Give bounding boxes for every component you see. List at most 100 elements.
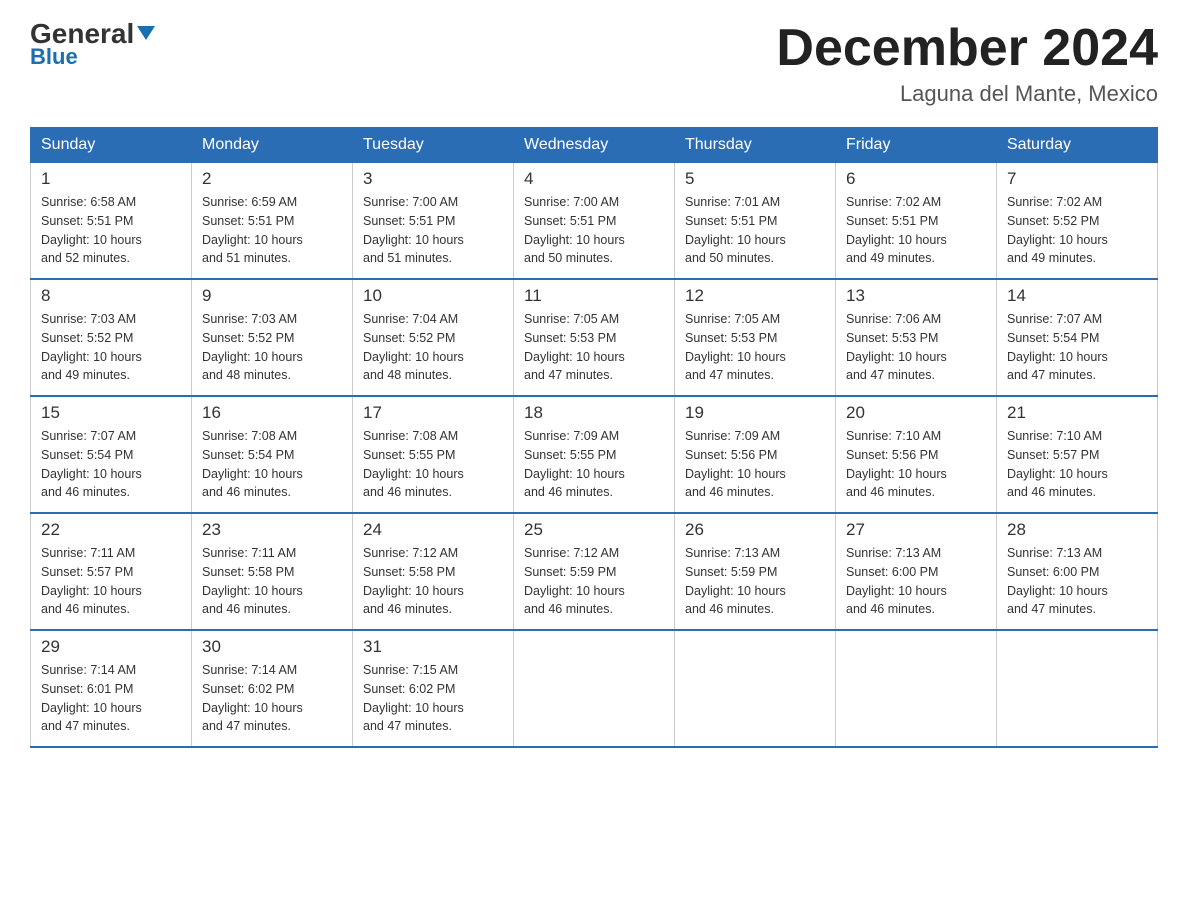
table-row: 20 Sunrise: 7:10 AM Sunset: 5:56 PM Dayli… [836,396,997,513]
day-number: 25 [524,520,664,540]
calendar-week-row: 22 Sunrise: 7:11 AM Sunset: 5:57 PM Dayli… [31,513,1158,630]
day-info: Sunrise: 7:13 AM Sunset: 6:00 PM Dayligh… [846,544,986,619]
day-number: 27 [846,520,986,540]
table-row: 11 Sunrise: 7:05 AM Sunset: 5:53 PM Dayli… [514,279,675,396]
table-row: 27 Sunrise: 7:13 AM Sunset: 6:00 PM Dayli… [836,513,997,630]
calendar-header-row: Sunday Monday Tuesday Wednesday Thursday… [31,128,1158,163]
day-info: Sunrise: 6:59 AM Sunset: 5:51 PM Dayligh… [202,193,342,268]
day-info: Sunrise: 7:00 AM Sunset: 5:51 PM Dayligh… [524,193,664,268]
header-tuesday: Tuesday [353,128,514,163]
header-friday: Friday [836,128,997,163]
day-info: Sunrise: 7:00 AM Sunset: 5:51 PM Dayligh… [363,193,503,268]
day-info: Sunrise: 7:05 AM Sunset: 5:53 PM Dayligh… [685,310,825,385]
day-info: Sunrise: 7:02 AM Sunset: 5:52 PM Dayligh… [1007,193,1147,268]
day-info: Sunrise: 7:12 AM Sunset: 5:58 PM Dayligh… [363,544,503,619]
day-number: 14 [1007,286,1147,306]
table-row: 13 Sunrise: 7:06 AM Sunset: 5:53 PM Dayli… [836,279,997,396]
location: Laguna del Mante, Mexico [776,81,1158,107]
day-number: 1 [41,169,181,189]
table-row: 24 Sunrise: 7:12 AM Sunset: 5:58 PM Dayli… [353,513,514,630]
day-info: Sunrise: 7:11 AM Sunset: 5:57 PM Dayligh… [41,544,181,619]
day-info: Sunrise: 7:07 AM Sunset: 5:54 PM Dayligh… [1007,310,1147,385]
day-number: 22 [41,520,181,540]
table-row: 6Sunrise: 7:02 AM Sunset: 5:51 PM Daylig… [836,163,997,280]
table-row: 12 Sunrise: 7:05 AM Sunset: 5:53 PM Dayli… [675,279,836,396]
header-thursday: Thursday [675,128,836,163]
day-number: 3 [363,169,503,189]
table-row [836,630,997,747]
table-row: 5 Sunrise: 7:01 AM Sunset: 5:51 PM Daylig… [675,163,836,280]
table-row: 8Sunrise: 7:03 AM Sunset: 5:52 PM Daylig… [31,279,192,396]
table-row: 30Sunrise: 7:14 AM Sunset: 6:02 PM Dayli… [192,630,353,747]
table-row: 26 Sunrise: 7:13 AM Sunset: 5:59 PM Dayli… [675,513,836,630]
table-row: 15 Sunrise: 7:07 AM Sunset: 5:54 PM Dayli… [31,396,192,513]
table-row: 14 Sunrise: 7:07 AM Sunset: 5:54 PM Dayli… [997,279,1158,396]
header-sunday: Sunday [31,128,192,163]
day-number: 28 [1007,520,1147,540]
day-number: 23 [202,520,342,540]
day-number: 26 [685,520,825,540]
day-number: 2 [202,169,342,189]
table-row: 29 Sunrise: 7:14 AM Sunset: 6:01 PM Dayli… [31,630,192,747]
day-number: 6 [846,169,986,189]
day-info: Sunrise: 7:09 AM Sunset: 5:55 PM Dayligh… [524,427,664,502]
table-row: 21 Sunrise: 7:10 AM Sunset: 5:57 PM Dayli… [997,396,1158,513]
title-block: December 2024 Laguna del Mante, Mexico [776,20,1158,107]
table-row: 7 Sunrise: 7:02 AM Sunset: 5:52 PM Daylig… [997,163,1158,280]
day-info: Sunrise: 7:07 AM Sunset: 5:54 PM Dayligh… [41,427,181,502]
day-number: 24 [363,520,503,540]
table-row: 25 Sunrise: 7:12 AM Sunset: 5:59 PM Dayli… [514,513,675,630]
day-info: Sunrise: 7:14 AM Sunset: 6:01 PM Dayligh… [41,661,181,736]
table-row: 28Sunrise: 7:13 AM Sunset: 6:00 PM Dayli… [997,513,1158,630]
day-info: Sunrise: 7:10 AM Sunset: 5:56 PM Dayligh… [846,427,986,502]
day-number: 7 [1007,169,1147,189]
day-info: Sunrise: 7:06 AM Sunset: 5:53 PM Dayligh… [846,310,986,385]
table-row: 9 Sunrise: 7:03 AM Sunset: 5:52 PM Daylig… [192,279,353,396]
day-number: 12 [685,286,825,306]
header-saturday: Saturday [997,128,1158,163]
day-info: Sunrise: 6:58 AM Sunset: 5:51 PM Dayligh… [41,193,181,268]
day-info: Sunrise: 7:15 AM Sunset: 6:02 PM Dayligh… [363,661,503,736]
table-row [514,630,675,747]
day-info: Sunrise: 7:13 AM Sunset: 5:59 PM Dayligh… [685,544,825,619]
calendar-week-row: 15 Sunrise: 7:07 AM Sunset: 5:54 PM Dayli… [31,396,1158,513]
table-row: 17Sunrise: 7:08 AM Sunset: 5:55 PM Dayli… [353,396,514,513]
day-info: Sunrise: 7:12 AM Sunset: 5:59 PM Dayligh… [524,544,664,619]
day-number: 4 [524,169,664,189]
day-number: 11 [524,286,664,306]
table-row [675,630,836,747]
day-info: Sunrise: 7:08 AM Sunset: 5:55 PM Dayligh… [363,427,503,502]
day-number: 13 [846,286,986,306]
month-title: December 2024 [776,20,1158,77]
table-row: 10Sunrise: 7:04 AM Sunset: 5:52 PM Dayli… [353,279,514,396]
day-number: 20 [846,403,986,423]
logo-icon [135,22,157,44]
day-number: 29 [41,637,181,657]
table-row: 16Sunrise: 7:08 AM Sunset: 5:54 PM Dayli… [192,396,353,513]
calendar-week-row: 1 Sunrise: 6:58 AM Sunset: 5:51 PM Daylig… [31,163,1158,280]
day-number: 21 [1007,403,1147,423]
header-monday: Monday [192,128,353,163]
day-info: Sunrise: 7:05 AM Sunset: 5:53 PM Dayligh… [524,310,664,385]
day-number: 19 [685,403,825,423]
table-row: 4 Sunrise: 7:00 AM Sunset: 5:51 PM Daylig… [514,163,675,280]
table-row: 1 Sunrise: 6:58 AM Sunset: 5:51 PM Daylig… [31,163,192,280]
day-info: Sunrise: 7:01 AM Sunset: 5:51 PM Dayligh… [685,193,825,268]
day-info: Sunrise: 7:03 AM Sunset: 5:52 PM Dayligh… [202,310,342,385]
table-row: 18Sunrise: 7:09 AM Sunset: 5:55 PM Dayli… [514,396,675,513]
day-number: 9 [202,286,342,306]
header-wednesday: Wednesday [514,128,675,163]
table-row: 19Sunrise: 7:09 AM Sunset: 5:56 PM Dayli… [675,396,836,513]
day-number: 30 [202,637,342,657]
table-row: 31Sunrise: 7:15 AM Sunset: 6:02 PM Dayli… [353,630,514,747]
calendar-table: Sunday Monday Tuesday Wednesday Thursday… [30,127,1158,748]
calendar-week-row: 8 Sunrise: 7:03 AM Sunset: 5:52 PM Daylig… [31,279,1158,396]
table-row: 2 Sunrise: 6:59 AM Sunset: 5:51 PM Daylig… [192,163,353,280]
day-number: 16 [202,403,342,423]
day-number: 15 [41,403,181,423]
logo-blue: Blue [30,44,78,70]
day-info: Sunrise: 7:10 AM Sunset: 5:57 PM Dayligh… [1007,427,1147,502]
page-header: General Blue December 2024 Laguna del Ma… [30,20,1158,107]
day-number: 5 [685,169,825,189]
day-number: 8 [41,286,181,306]
